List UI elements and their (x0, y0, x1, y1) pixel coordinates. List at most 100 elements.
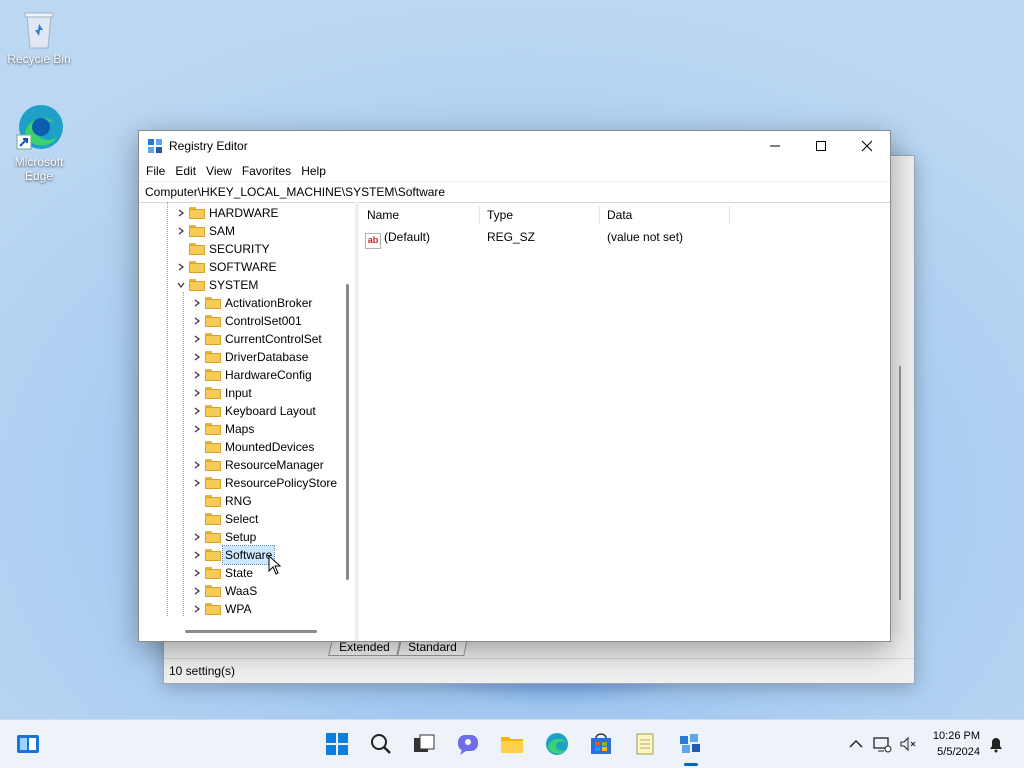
folder-icon (205, 567, 221, 579)
registry-tree[interactable]: HARDWARE SAM SECURITY SOFTWARE SYSTEM Activat… (139, 202, 359, 641)
clock-time: 10:26 PM (932, 730, 980, 742)
tree-horizontal-scrollbar[interactable] (185, 630, 317, 633)
desktop-icon-label: Microsoft Edge (14, 155, 64, 183)
volume-muted-icon[interactable] (898, 734, 918, 754)
store-icon[interactable] (589, 732, 613, 756)
chevron-right-icon[interactable] (191, 582, 203, 600)
tree-item-label: Maps (225, 422, 255, 436)
registry-editor-window[interactable]: Registry Editor File Edit View Favorites… (138, 130, 891, 642)
widgets-icon[interactable] (16, 732, 40, 756)
menu-edit[interactable]: Edit (170, 164, 201, 178)
menu-file[interactable]: File (141, 164, 170, 178)
tree-item-label: ResourceManager (225, 458, 324, 472)
tree-item-setup[interactable]: Setup (191, 528, 256, 546)
tree-item-wpa[interactable]: WPA (191, 600, 251, 618)
notification-icon[interactable] (986, 734, 1006, 754)
minimize-button[interactable] (752, 131, 798, 161)
edge-icon[interactable] (545, 732, 569, 756)
tree-item-state[interactable]: State (191, 564, 253, 582)
file-explorer-icon[interactable] (500, 732, 524, 756)
notepad-icon[interactable] (633, 732, 657, 756)
chevron-right-icon[interactable] (175, 222, 187, 240)
chevron-right-icon[interactable] (191, 564, 203, 582)
tree-connector (191, 492, 203, 510)
chevron-right-icon[interactable] (191, 330, 203, 348)
desktop-icon-edge[interactable]: Microsoft Edge (4, 103, 74, 183)
value-type: REG_SZ (487, 230, 536, 244)
tree-connector (175, 240, 187, 258)
chevron-right-icon[interactable] (191, 312, 203, 330)
chevron-right-icon[interactable] (191, 420, 203, 438)
chevron-right-icon[interactable] (191, 528, 203, 546)
background-window-scrollbar[interactable] (899, 366, 901, 600)
column-header-name[interactable]: Name (367, 208, 399, 222)
tree-item-activationbroker[interactable]: ActivationBroker (191, 294, 312, 312)
column-header-type[interactable]: Type (487, 208, 513, 222)
start-icon[interactable] (325, 732, 349, 756)
chevron-right-icon[interactable] (175, 204, 187, 222)
tree-item-input[interactable]: Input (191, 384, 252, 402)
tree-item-system[interactable]: SYSTEM (175, 276, 258, 294)
tree-item-maps[interactable]: Maps (191, 420, 254, 438)
values-list[interactable]: Name Type Data ab (Default) REG_SZ (value… (359, 202, 890, 641)
tree-item-keyboard-layout[interactable]: Keyboard Layout (191, 402, 316, 420)
network-icon[interactable] (872, 734, 892, 754)
search-icon[interactable] (369, 732, 393, 756)
desktop-icon-recycle-bin[interactable]: Recycle Bin (4, 10, 74, 66)
tree-item-label: ControlSet001 (225, 314, 302, 328)
chevron-right-icon[interactable] (191, 366, 203, 384)
column-divider[interactable] (479, 206, 480, 224)
tree-item-label: WaaS (225, 584, 258, 598)
tree-item-software[interactable]: SOFTWARE (175, 258, 277, 276)
column-header-data[interactable]: Data (607, 208, 632, 222)
tree-item-label: SYSTEM (209, 278, 259, 292)
tree-item-label: SAM (209, 224, 236, 238)
menu-help[interactable]: Help (296, 164, 331, 178)
tree-item-label: Input (225, 386, 252, 400)
chevron-down-icon[interactable] (175, 276, 187, 294)
menu-view[interactable]: View (201, 164, 237, 178)
chevron-up-icon[interactable] (846, 734, 866, 754)
tree-item-hardware[interactable]: HARDWARE (175, 204, 279, 222)
tree-item-controlset001[interactable]: ControlSet001 (191, 312, 302, 330)
chevron-right-icon[interactable] (191, 456, 203, 474)
menu-favorites[interactable]: Favorites (237, 164, 296, 178)
tree-vertical-scrollbar[interactable] (346, 284, 349, 580)
chevron-right-icon[interactable] (191, 546, 203, 564)
tree-item-label: HARDWARE (209, 206, 279, 220)
maximize-button[interactable] (798, 131, 844, 161)
task-view-icon[interactable] (412, 732, 436, 756)
chevron-right-icon[interactable] (191, 384, 203, 402)
tree-item-hardwareconfig[interactable]: HardwareConfig (191, 366, 312, 384)
tree-item-waas[interactable]: WaaS (191, 582, 257, 600)
close-button[interactable] (844, 131, 890, 161)
minimize-icon (770, 145, 780, 147)
tree-item-resourcemanager[interactable]: ResourceManager (191, 456, 324, 474)
tree-item-rng[interactable]: RNG (191, 492, 252, 510)
tree-item-sam[interactable]: SAM (175, 222, 235, 240)
chevron-right-icon[interactable] (191, 294, 203, 312)
address-bar[interactable]: Computer\HKEY_LOCAL_MACHINE\SYSTEM\Softw… (139, 181, 890, 203)
folder-icon (205, 477, 221, 489)
tree-item-label: SECURITY (209, 242, 270, 256)
title-bar[interactable]: Registry Editor (139, 131, 890, 161)
chat-icon[interactable] (456, 732, 480, 756)
chevron-right-icon[interactable] (191, 474, 203, 492)
registry-editor-icon[interactable] (678, 732, 702, 756)
chevron-right-icon[interactable] (175, 258, 187, 276)
tree-item-security[interactable]: SECURITY (175, 240, 270, 258)
chevron-right-icon[interactable] (191, 348, 203, 366)
tree-item-driverdatabase[interactable]: DriverDatabase (191, 348, 308, 366)
chevron-right-icon[interactable] (191, 402, 203, 420)
tree-item-mounteddevices[interactable]: MountedDevices (191, 438, 314, 456)
tree-item-select[interactable]: Select (191, 510, 258, 528)
column-divider[interactable] (729, 206, 730, 224)
folder-icon (205, 585, 221, 597)
tree-item-software[interactable]: Software (191, 545, 276, 565)
tree-item-currentcontrolset[interactable]: CurrentControlSet (191, 330, 322, 348)
clock[interactable]: 10:26 PM 5/5/2024 (933, 728, 980, 760)
tree-item-label: State (225, 566, 254, 580)
column-divider[interactable] (599, 206, 600, 224)
chevron-right-icon[interactable] (191, 600, 203, 618)
tree-item-resourcepolicystore[interactable]: ResourcePolicyStore (191, 474, 337, 492)
